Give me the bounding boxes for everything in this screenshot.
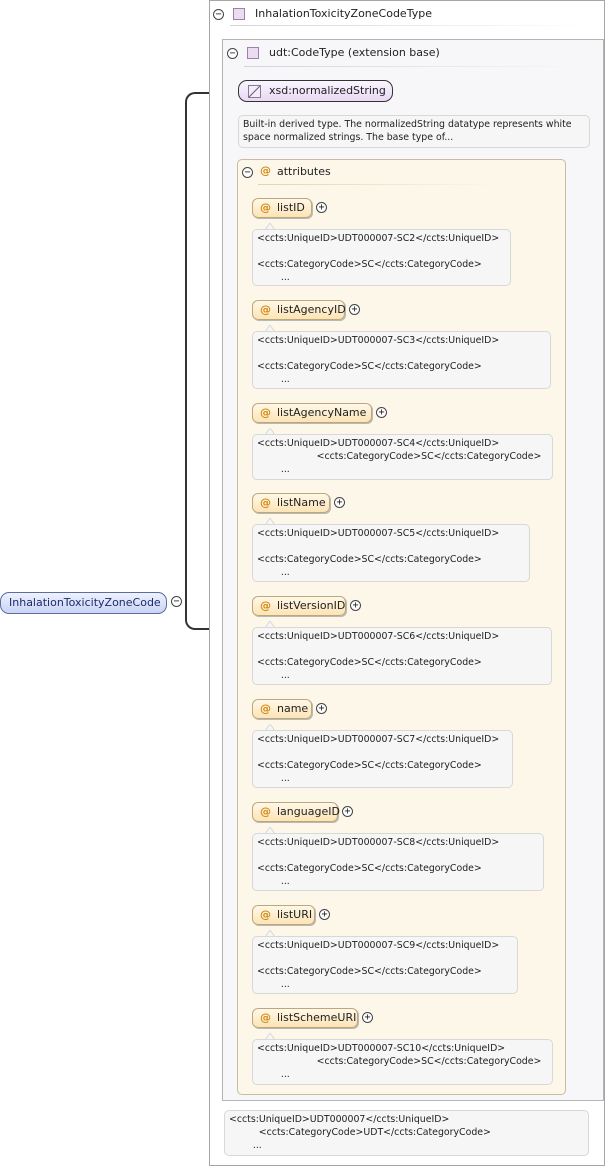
simple-type-icon [248, 85, 261, 98]
attribute-node[interactable]: @ listAgencyName [252, 403, 372, 423]
attribute-node[interactable]: @ listSchemeURI [252, 1008, 358, 1028]
attribute-documentation: <ccts:UniqueID>UDT000007-SC3</ccts:Uniqu… [252, 331, 551, 389]
attribute-documentation: <ccts:UniqueID>UDT000007-SC6</ccts:Uniqu… [252, 627, 552, 685]
base-type-doc-line-1: Built-in derived type. The normalizedStr… [243, 119, 572, 130]
attribute-at-icon: @ [260, 496, 271, 509]
attribute-expand-toggle[interactable]: + [334, 497, 345, 508]
extension-type-icon [247, 47, 259, 59]
attribute-node[interactable]: @ name [252, 699, 312, 719]
attribute-at-icon: @ [260, 599, 271, 612]
attribute-documentation: <ccts:UniqueID>UDT000007-SC2</ccts:Uniqu… [252, 229, 511, 286]
complex-type-collapse-toggle[interactable]: − [213, 9, 224, 20]
attribute-at-icon: @ [260, 406, 271, 419]
attribute-expand-toggle[interactable]: + [316, 703, 327, 714]
complex-type-icon [233, 8, 245, 20]
attribute-node[interactable]: @ listURI [252, 905, 315, 925]
root-element-node[interactable]: InhalationToxicityZoneCode [0, 592, 167, 614]
root-element-label: InhalationToxicityZoneCode [9, 596, 161, 609]
attribute-name: name [277, 702, 309, 715]
attribute-expand-toggle[interactable]: + [349, 304, 360, 315]
extension-collapse-toggle[interactable]: − [227, 48, 238, 59]
attributes-divider [258, 184, 498, 185]
attribute-expand-toggle[interactable]: + [362, 1012, 373, 1023]
attribute-documentation: <ccts:UniqueID>UDT000007-SC5</ccts:Uniqu… [252, 524, 530, 582]
base-type-label: xsd:normalizedString [269, 84, 386, 97]
attributes-group-label: attributes [277, 165, 331, 178]
attribute-node[interactable]: @ listAgencyID [252, 300, 346, 320]
attribute-at-icon: @ [260, 303, 271, 316]
root-collapse-toggle[interactable]: − [171, 596, 182, 607]
attribute-at-icon: @ [260, 1011, 271, 1024]
extension-label: udt:CodeType (extension base) [269, 46, 440, 59]
complex-type-name: InhalationToxicityZoneCodeType [255, 7, 432, 20]
attribute-name: listVersionID [277, 599, 346, 612]
attribute-node[interactable]: @ listID [252, 198, 312, 218]
attribute-expand-toggle[interactable]: + [342, 806, 353, 817]
attribute-expand-toggle[interactable]: + [350, 600, 361, 611]
attribute-node[interactable]: @ listVersionID [252, 596, 346, 616]
attribute-documentation: <ccts:UniqueID>UDT000007-SC8</ccts:Uniqu… [252, 833, 544, 891]
attribute-node[interactable]: @ listName [252, 493, 330, 513]
extension-divider [244, 66, 584, 67]
attribute-at-icon: @ [260, 908, 271, 921]
attributes-at-icon: @ [260, 164, 271, 177]
attribute-name: listURI [277, 908, 313, 921]
attribute-at-icon: @ [260, 805, 271, 818]
attribute-documentation: <ccts:UniqueID>UDT000007-SC4</ccts:Uniqu… [252, 434, 553, 480]
attribute-at-icon: @ [260, 702, 271, 715]
base-type-doc-line-2: space normalized strings. The base type … [243, 132, 454, 143]
attribute-name: listAgencyID [277, 303, 346, 316]
attribute-documentation: <ccts:UniqueID>UDT000007-SC9</ccts:Uniqu… [252, 936, 518, 994]
attribute-expand-toggle[interactable]: + [376, 407, 387, 418]
attribute-name: listAgencyName [277, 406, 367, 419]
attribute-name: listName [277, 496, 326, 509]
attribute-expand-toggle[interactable]: + [316, 202, 327, 213]
attribute-name: listSchemeURI [277, 1011, 357, 1024]
attribute-expand-toggle[interactable]: + [319, 909, 330, 920]
attribute-documentation: <ccts:UniqueID>UDT000007-SC7</ccts:Uniqu… [252, 730, 513, 788]
attribute-at-icon: @ [260, 201, 271, 214]
base-type-node[interactable]: xsd:normalizedString [238, 80, 393, 102]
attribute-name: languageID [277, 805, 340, 818]
complex-type-divider [230, 25, 590, 26]
base-type-documentation: Built-in derived type. The normalizedStr… [238, 115, 590, 148]
attribute-node[interactable]: @ languageID [252, 802, 340, 822]
attributes-collapse-toggle[interactable]: − [242, 167, 253, 178]
attribute-name: listID [277, 201, 305, 214]
attribute-documentation: <ccts:UniqueID>UDT000007-SC10</ccts:Uniq… [252, 1039, 553, 1085]
extension-documentation: <ccts:UniqueID>UDT000007</ccts:UniqueID>… [224, 1110, 589, 1156]
